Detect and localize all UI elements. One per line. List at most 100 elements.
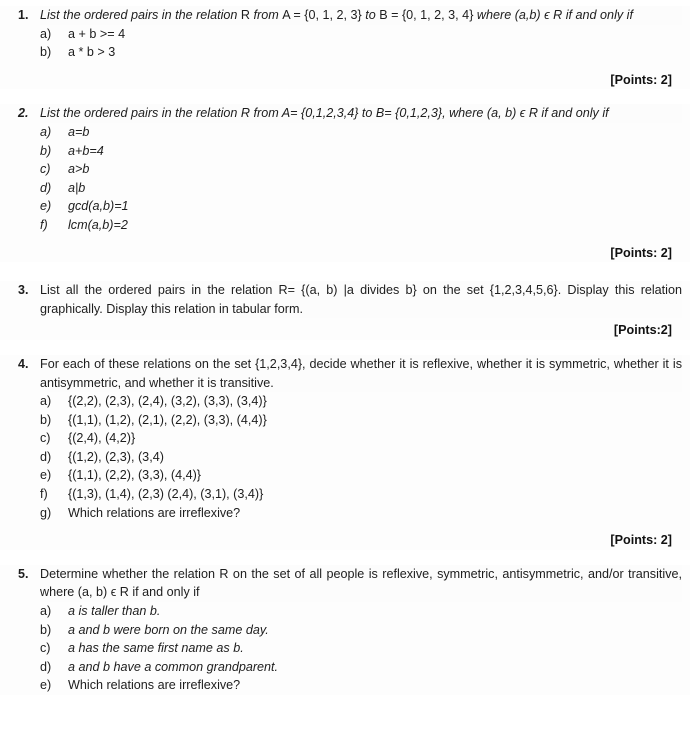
- question-2: 2. List the ordered pairs in the relatio…: [0, 104, 690, 263]
- list-item: f) lcm(a,b)=2: [40, 216, 682, 235]
- q1-stem-seg-6: B = {0, 1, 2, 3, 4}: [379, 8, 474, 22]
- question-1-points: [Points: 2]: [610, 72, 672, 87]
- item-text: a|b: [68, 180, 86, 195]
- list-item: f) {(1,3), (1,4), (2,3) (2,4), (3,1), (3,…: [40, 485, 682, 504]
- question-5-sublist: a) a is taller than b. b) a and b were bor…: [40, 602, 682, 695]
- q1-stem-seg-2: R: [240, 8, 251, 22]
- item-text: a and b were born on the same day.: [68, 622, 269, 637]
- question-4-number: 4.: [18, 356, 29, 371]
- item-letter: b): [40, 45, 52, 60]
- item-letter: d): [40, 449, 52, 464]
- q1-stem-seg-7: where (a,b) ϵ R: [473, 8, 566, 22]
- item-letter: d): [40, 659, 52, 674]
- item-text: a and b have a common grandparent.: [68, 659, 279, 674]
- item-text: {(2,2), (2,3), (2,4), (3,2), (3,3), (3,4…: [68, 394, 267, 409]
- item-text: Which relations are irreflexive?: [68, 678, 241, 693]
- item-letter: f): [40, 487, 48, 502]
- question-4-points: [Points: 2]: [610, 533, 672, 548]
- item-letter: e): [40, 678, 52, 693]
- item-text: {(1,1), (2,2), (3,3), (4,4)}: [68, 468, 201, 483]
- item-text: {(2,4), (4,2)}: [68, 431, 136, 446]
- list-item: d) a|b: [40, 179, 682, 198]
- question-1: 1. List the ordered pairs in the relatio…: [0, 6, 690, 90]
- list-item: b) a and b were born on the same day.: [40, 621, 682, 640]
- list-item: a) a=b: [40, 123, 682, 142]
- q1-stem-seg-3: from: [250, 8, 283, 22]
- question-1-stem: List the ordered pairs in the relation R…: [40, 6, 682, 25]
- list-item: g) Which relations are irreflexive?: [40, 504, 682, 523]
- item-letter: a): [40, 604, 52, 619]
- list-item: b) {(1,1), (1,2), (2,1), (2,2), (3,3), (4…: [40, 411, 682, 430]
- question-2-points: [Points: 2]: [610, 245, 672, 260]
- item-letter: a): [40, 26, 52, 41]
- item-letter: e): [40, 468, 52, 483]
- q1-stem-seg-4: A = {0, 1, 2, 3}: [282, 8, 362, 22]
- list-item: a) a + b >= 4: [40, 25, 682, 44]
- q1-stem-seg-8: if and only if: [565, 8, 633, 22]
- list-item: c) {(2,4), (4,2)}: [40, 429, 682, 448]
- question-1-sublist: a) a + b >= 4 b) a * b > 3: [40, 25, 682, 62]
- question-2-stem: List the ordered pairs in the relation R…: [40, 104, 682, 123]
- question-1-number: 1.: [18, 8, 29, 22]
- item-text: a>b: [68, 162, 90, 177]
- item-text: {(1,2), (2,3), (3,4): [68, 449, 164, 464]
- question-5-stem: Determine whether the relation R on the …: [40, 564, 682, 603]
- item-letter: c): [40, 162, 51, 177]
- question-3-stem: List all the ordered pairs in the relati…: [40, 281, 682, 319]
- worksheet-page: ..... ..... ... ...... ...... ....... ..…: [0, 0, 690, 747]
- list-item: e) gcd(a,b)=1: [40, 197, 682, 216]
- question-4-stem: For each of these relations on the set {…: [40, 354, 682, 393]
- list-item: a) {(2,2), (2,3), (2,4), (3,2), (3,3), (3…: [40, 392, 682, 411]
- clipped-header-strip: ..... ..... ... ...... ...... ....... ..…: [8, 0, 231, 5]
- question-5: 5. Determine whether the relation R on t…: [0, 564, 690, 695]
- item-text: a + b >= 4: [68, 26, 126, 41]
- list-item: d) a and b have a common grandparent.: [40, 658, 682, 677]
- item-text: Which relations are irreflexive?: [68, 505, 241, 520]
- item-letter: f): [40, 217, 48, 232]
- item-letter: b): [40, 622, 52, 637]
- item-letter: d): [40, 180, 52, 195]
- question-4: 4. For each of these relations on the se…: [0, 354, 690, 550]
- question-3-number: 3.: [18, 283, 29, 298]
- list-item: e) Which relations are irreflexive?: [40, 676, 682, 695]
- item-letter: a): [40, 394, 52, 409]
- list-item: b) a * b > 3: [40, 43, 682, 62]
- list-item: e) {(1,1), (2,2), (3,3), (4,4)}: [40, 466, 682, 485]
- item-letter: e): [40, 199, 52, 214]
- list-item: c) a>b: [40, 160, 682, 179]
- question-3: 3. List all the ordered pairs in the rel…: [0, 281, 690, 340]
- questions-container: 1. List the ordered pairs in the relatio…: [0, 6, 690, 699]
- item-text: a is taller than b.: [68, 604, 161, 619]
- list-item: b) a+b=4: [40, 142, 682, 161]
- list-item: c) a has the same first name as b.: [40, 639, 682, 658]
- question-3-points: [Points:2]: [613, 323, 672, 338]
- item-text: {(1,1), (1,2), (2,1), (2,2), (3,3), (4,4…: [68, 412, 267, 427]
- item-letter: b): [40, 412, 52, 427]
- question-2-sublist: a) a=b b) a+b=4 c) a>b d) a|b e) gcd(a,b)=1 f…: [40, 123, 682, 235]
- item-text: a * b > 3: [68, 45, 116, 60]
- question-5-number: 5.: [18, 566, 29, 581]
- list-item: d) {(1,2), (2,3), (3,4): [40, 448, 682, 467]
- item-text: a=b: [68, 124, 90, 139]
- question-4-sublist: a) {(2,2), (2,3), (2,4), (3,2), (3,3), (3…: [40, 392, 682, 522]
- item-letter: g): [40, 505, 52, 520]
- q1-stem-seg-5: to: [361, 8, 380, 22]
- item-text: {(1,3), (1,4), (2,3) (2,4), (3,1), (3,4)…: [68, 487, 264, 502]
- item-text: lcm(a,b)=2: [68, 217, 128, 232]
- q1-stem-seg-1: List the ordered pairs in the relation: [40, 8, 241, 22]
- item-text: a+b=4: [68, 143, 104, 158]
- item-letter: a): [40, 124, 52, 139]
- item-text: gcd(a,b)=1: [68, 199, 129, 214]
- question-2-number: 2.: [18, 106, 29, 121]
- item-text: a has the same first name as b.: [68, 641, 244, 656]
- item-letter: b): [40, 143, 52, 158]
- list-item: a) a is taller than b.: [40, 602, 682, 621]
- item-letter: c): [40, 641, 51, 656]
